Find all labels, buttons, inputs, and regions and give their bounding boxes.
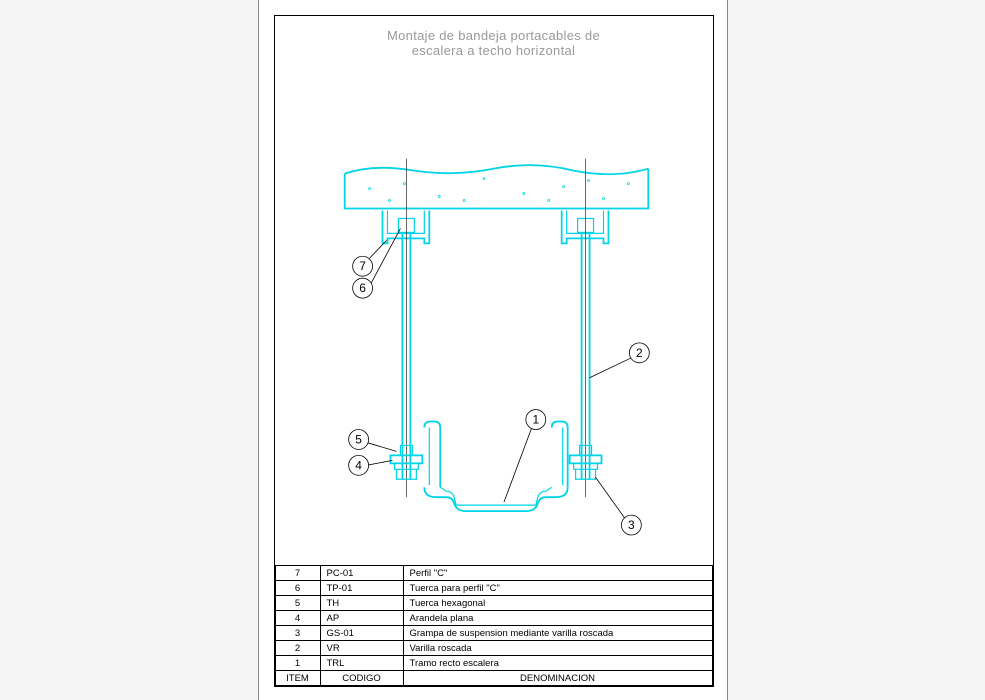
- table-row: 2 VR Varilla roscada: [275, 641, 712, 656]
- callout-4: 4: [355, 458, 362, 472]
- drawing-frame: Montaje de bandeja portacables de escale…: [274, 15, 714, 687]
- callout-5: 5: [355, 432, 362, 446]
- callout-1: 1: [532, 413, 539, 427]
- callout-6: 6: [359, 281, 366, 295]
- callout-3: 3: [628, 518, 635, 532]
- technical-drawing: 7 6 2 5 4 1: [275, 78, 713, 558]
- diagram-area: 7 6 2 5 4 1: [275, 58, 713, 538]
- title-line-1: Montaje de bandeja portacables de: [275, 28, 713, 43]
- page-container: Montaje de bandeja portacables de escale…: [258, 0, 728, 700]
- callout-7: 7: [359, 259, 366, 273]
- table-row: 4 AP Arandela plana: [275, 611, 712, 626]
- bom-table: 7 PC-01 Perfil "C" 6 TP-01 Tuerca para p…: [275, 565, 713, 686]
- title-line-2: escalera a techo horizontal: [275, 43, 713, 58]
- drawing-title: Montaje de bandeja portacables de escale…: [275, 16, 713, 58]
- table-row: 3 GS-01 Grampa de suspension mediante va…: [275, 626, 712, 641]
- table-row: 7 PC-01 Perfil "C": [275, 566, 712, 581]
- table-row: 6 TP-01 Tuerca para perfil "C": [275, 581, 712, 596]
- callout-2: 2: [636, 346, 643, 360]
- table-header-row: ITEM CODIGO DENOMINACION: [275, 671, 712, 686]
- table-row: 5 TH Tuerca hexagonal: [275, 596, 712, 611]
- table-row: 1 TRL Tramo recto escalera: [275, 656, 712, 671]
- bom-body: 7 PC-01 Perfil "C" 6 TP-01 Tuerca para p…: [275, 566, 712, 686]
